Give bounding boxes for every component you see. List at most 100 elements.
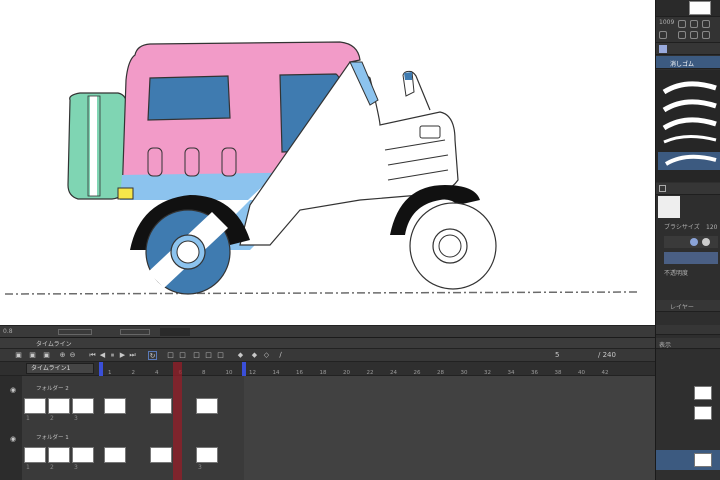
actual-size-icon[interactable] [702,31,710,39]
rotate-control[interactable] [120,329,150,335]
keyframe-add-icon[interactable]: ◆ [250,351,259,360]
track1-cel[interactable] [72,398,94,414]
timeline-selector-label: タイムライン1 [31,365,71,372]
prev-frame-icon[interactable]: ◀ [98,351,107,360]
layer-toolbar [656,325,720,335]
flip-icon[interactable] [690,20,698,28]
timeline-title: タイムライン [36,341,72,348]
size-preset-dot[interactable] [702,238,710,246]
property-icon [659,185,666,192]
range-end-marker[interactable] [242,362,246,376]
keyframe-icon[interactable]: ◆ [236,351,245,360]
new-timeline-icon[interactable]: ▣ [14,351,23,360]
navigator-thumbnail[interactable] [689,1,711,15]
track-folder-1[interactable]: フォルダー 1 [22,433,98,444]
loop-icon[interactable]: ↻ [148,351,157,360]
first-frame-icon[interactable]: ⏮ [88,351,97,360]
pause-icon[interactable]: ⏸ [108,351,117,360]
layer-property-header: レイヤー [656,300,720,312]
rotate-icon[interactable] [678,20,686,28]
canvas-status-bar: 0.8 [0,325,655,337]
layer-panel-label: 表示 [659,342,672,349]
zoom-out-icon[interactable]: ⊖ [68,351,77,360]
eraser-icon [659,45,667,53]
brush-size-value: 120 [706,224,718,231]
delete-icon[interactable]: ▣ [42,351,51,360]
specify-cel-icon[interactable]: □ [204,351,213,360]
drawing-canvas[interactable] [0,0,655,325]
play-icon[interactable]: ▶ [118,351,127,360]
track2-cel[interactable] [72,447,94,463]
subtool-header [656,43,720,55]
playhead[interactable] [173,362,182,480]
selected-layer-row[interactable] [656,450,720,470]
track1-cel[interactable] [196,398,218,414]
brush-tip-preview [658,196,680,218]
eye-icon[interactable]: ◉ [10,435,16,443]
range-start-marker[interactable] [99,362,103,376]
track-folder-2[interactable]: フォルダー 2 [22,384,98,395]
jeep-illustration [4,41,641,295]
eye-icon[interactable]: ◉ [10,386,16,394]
brush-size-label: ブラシサイズ [664,224,700,231]
navigator-row [656,0,720,17]
cel-number: 1 [26,464,30,471]
tool-property-header [656,183,720,195]
cel-number: 3 [198,464,202,471]
track1-cel[interactable] [24,398,46,414]
subtool-eraser[interactable]: 消しゴム [656,56,720,69]
opacity-label: 不透明度 [664,270,689,277]
track2-cel[interactable] [24,447,46,463]
cel-option-icon[interactable]: □ [216,351,225,360]
track1-cel[interactable] [150,398,172,414]
cel-number: 3 [74,415,78,422]
current-frame: 5 [555,351,560,359]
layer-thumbnail [694,386,712,400]
zoom-readout: 0.8 [3,328,13,335]
keyframe-del-icon[interactable]: ◇ [262,351,271,360]
cel-number: 2 [50,415,54,422]
track-name: フォルダー 1 [36,435,69,441]
track2-cel[interactable] [48,447,70,463]
cel-number: 1 [26,415,30,422]
track-visibility-column: ◉ ◉ [0,376,22,480]
rear-wheel [145,209,231,295]
new-cel-icon-2[interactable]: □ [178,351,187,360]
zoom-in-icon[interactable] [678,31,686,39]
next-frame-icon[interactable]: ⏭ [128,351,137,360]
opacity-slider[interactable] [664,252,718,264]
scroll-indicator[interactable] [160,328,190,336]
reset-icon[interactable] [702,20,710,28]
total-frames: / 240 [598,351,616,359]
brush-preview-list[interactable] [656,70,720,182]
timeline-toolbar: ▣ ▣ ▣ ⊕ ⊖ ⏮ ◀ ⏸ ▶ ⏭ ↻ □ □ □ □ □ ◆ ◆ ◇ ∕ … [0,349,655,362]
track-name: フォルダー 2 [36,386,69,392]
new-cel-icon[interactable]: □ [166,351,175,360]
timeline-tracks: ◉ ◉ フォルダー 2 フォルダー 1 1 2 3 1 2 3 3 [0,376,655,480]
layer-thumbnail [694,406,712,420]
layer-property-label: レイヤー [670,304,694,311]
zoom-control[interactable] [58,329,92,335]
front-wheel [409,202,497,290]
frame-controls: 1009 [656,17,720,43]
layer-list[interactable] [656,350,720,480]
edit-timeline-icon[interactable]: ▣ [28,351,37,360]
size-preset-dot[interactable] [690,238,698,246]
track1-cel[interactable] [48,398,70,414]
timeline-panel: タイムライン ▣ ▣ ▣ ⊕ ⊖ ⏮ ◀ ⏸ ▶ ⏭ ↻ □ □ □ □ □ ◆… [0,337,655,480]
track1-cel[interactable] [104,398,126,414]
track2-cel[interactable] [196,447,218,463]
frame-label: 1009 [659,19,675,26]
timeline-title-bar: タイムライン [0,338,655,349]
pen-icon[interactable]: ∕ [276,351,285,360]
track2-cel[interactable] [150,447,172,463]
zoom-in-icon[interactable]: ⊕ [58,351,67,360]
zoom-out-icon[interactable] [659,31,667,39]
brush-stroke-previews [658,81,720,170]
track2-cel[interactable] [104,447,126,463]
timeline-selector[interactable]: タイムライン1 [26,363,94,374]
brush-size-presets[interactable] [664,236,718,248]
right-panel: 1009 消しゴム ブラシサイズ 120 不透明度 レイヤー 表示 [655,0,720,480]
onion-skin-icon[interactable]: □ [192,351,201,360]
fit-icon[interactable] [690,31,698,39]
